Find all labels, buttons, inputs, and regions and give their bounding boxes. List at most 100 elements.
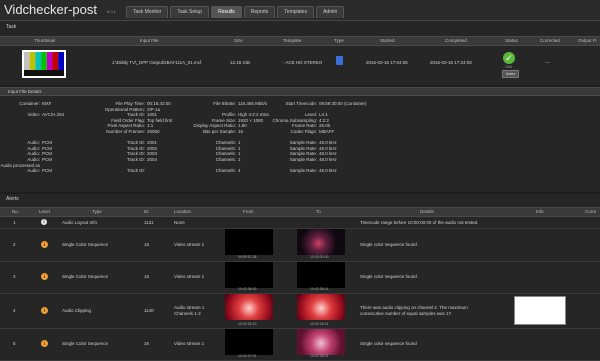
detail-value: 2001 (147, 140, 158, 146)
warning-icon: i (41, 273, 48, 280)
alert-id: 16 (144, 241, 150, 247)
col-to: To (316, 209, 321, 214)
color-bars-thumbnail[interactable] (22, 50, 66, 78)
detail-label: Display Aspect Ratio: (193, 123, 236, 129)
from-frame-thumbnail[interactable] (225, 229, 273, 255)
detail-label: Track ID: (126, 112, 145, 118)
detail-value: 4 (238, 168, 241, 174)
detail-value: L4.1 (319, 112, 328, 118)
col-output-file: Output Fi (578, 38, 597, 43)
col-location: Location (174, 209, 192, 214)
detail-label: Channels: (215, 168, 236, 174)
notes-button[interactable]: Notes (502, 70, 519, 78)
audio-waveform-info[interactable] (514, 296, 566, 325)
task-started: 2016-02-16 17:04:06 (366, 60, 408, 65)
detail-value: 1 (238, 157, 241, 162)
detail-value: 2002 (147, 145, 158, 151)
alert-type: Single Color Sequence (62, 241, 109, 247)
detail-value: 25050 (147, 129, 160, 134)
detail-value: MBAFF (319, 129, 335, 134)
alert-details: Single color sequence found (360, 274, 417, 279)
alert-type: Single Color Sequence (62, 341, 109, 346)
detail-value: 16 (238, 129, 244, 134)
from-frame-thumbnail[interactable] (225, 329, 273, 355)
detail-value: 1.80 (238, 123, 247, 129)
tab-templates[interactable]: Templates (277, 6, 315, 18)
detail-label: Pixel Aspect Ratio: (107, 123, 145, 129)
details-section-title: Input File Details (8, 89, 42, 94)
to-timecode: 10:02:38:01 (310, 354, 329, 358)
detail-label: Track ID: (126, 145, 145, 151)
alert-details: Single color sequence found (360, 241, 417, 247)
alert-id: 1131 (144, 219, 154, 225)
detail-value: 48.0 kHz (319, 168, 337, 174)
to-frame-thumbnail[interactable] (297, 229, 345, 255)
check-icon: ✓ (503, 52, 515, 64)
file-type-icon (336, 56, 343, 65)
tab-results[interactable]: Results (211, 6, 242, 18)
detail-label: Video: (27, 112, 40, 118)
task-table-header: Thumbnail Input File Size Template Type … (0, 36, 600, 46)
detail-label: Sample Rate: (289, 168, 317, 174)
to-frame-thumbnail[interactable] (297, 294, 345, 320)
detail-label: Sample Rate: (289, 157, 317, 162)
task-input-file[interactable]: J:\Diddy TV\_DPP Output\2BAY111A_01.mxf (112, 60, 201, 65)
detail-value: 1 (238, 140, 241, 146)
detail-value: 2003 (147, 151, 158, 157)
details-header-bar: Input File Details (0, 87, 600, 96)
detail-label: Track ID: (126, 151, 145, 157)
detail-value: 48.0 kHz (319, 140, 337, 146)
detail-value: 4:2:2 (319, 117, 330, 123)
detail-label: Chroma Subsampling: (272, 117, 317, 123)
detail-value: 1:1 (147, 123, 154, 129)
detail-label: Frame Rate: (291, 123, 317, 129)
tab-admin[interactable]: Admin (316, 6, 345, 18)
detail-label: Profile: (221, 112, 236, 118)
detail-label: Sample Rate: (289, 140, 317, 146)
detail-label: Field Order Flag: (111, 117, 145, 123)
detail-label: Level: (304, 112, 317, 118)
to-frame-thumbnail[interactable] (297, 329, 345, 355)
detail-value: PCM (42, 140, 52, 146)
col-template: Template (283, 38, 302, 43)
warning-icon: i (41, 240, 48, 248)
detail-label: File Bitrate: (213, 101, 236, 106)
col-type: Type (92, 209, 102, 214)
alert-id: 16 (144, 341, 150, 346)
detail-value: 116.356 Mbit/s (238, 101, 268, 106)
col-no: No. (12, 209, 20, 214)
tab-task-monitor[interactable]: Task Monitor (126, 6, 169, 18)
col-corrected: Corrected (540, 38, 560, 43)
top-bar: Vidchecker-post 6.0.1 Task Monitor Task … (0, 0, 600, 21)
alert-type: Audio Layout Info (62, 219, 98, 225)
alert-details: Single color sequence found (360, 341, 417, 346)
tab-task-setup[interactable]: Task Setup (170, 6, 210, 18)
alert-location: Video stream 1 (174, 241, 205, 247)
detail-value: 09:59:30:00 (Container) (319, 101, 367, 106)
detail-value: 1 (238, 145, 241, 151)
main-tabs: Task Monitor Task Setup Results Reports … (126, 6, 345, 18)
info-icon: i (41, 218, 47, 225)
detail-label: Track ID: (126, 157, 145, 162)
tab-reports[interactable]: Reports (243, 6, 276, 18)
col-status: Status (505, 38, 518, 43)
warning-icon: i (41, 306, 48, 314)
detail-label: Bits per Sample: (202, 129, 236, 134)
to-frame-thumbnail[interactable] (297, 262, 345, 288)
from-frame-thumbnail[interactable] (225, 294, 273, 320)
detail-label: Operational Pattern: (104, 106, 145, 112)
task-completed: 2016-02-16 17:24:08 (430, 60, 472, 65)
alert-details-2: consecutive number of equal samples was … (360, 310, 453, 316)
from-timecode: 10:02:37:01 (238, 354, 257, 358)
to-timecode: 10:02:38:14 (310, 287, 329, 291)
detail-value: 1920 × 1080 (238, 117, 264, 123)
warning-icon: i (41, 340, 48, 347)
detail-label: Codec Flags: (290, 129, 317, 134)
alert-details: There was audio clipping on channel 2. T… (360, 304, 468, 310)
detail-value: 25.00 (319, 123, 331, 129)
detail-value: 48.0 kHz (319, 145, 337, 151)
detail-label: File Play Time: (115, 101, 145, 106)
col-started: Started (380, 38, 395, 43)
from-frame-thumbnail[interactable] (225, 262, 273, 288)
col-size: Size (234, 38, 243, 43)
